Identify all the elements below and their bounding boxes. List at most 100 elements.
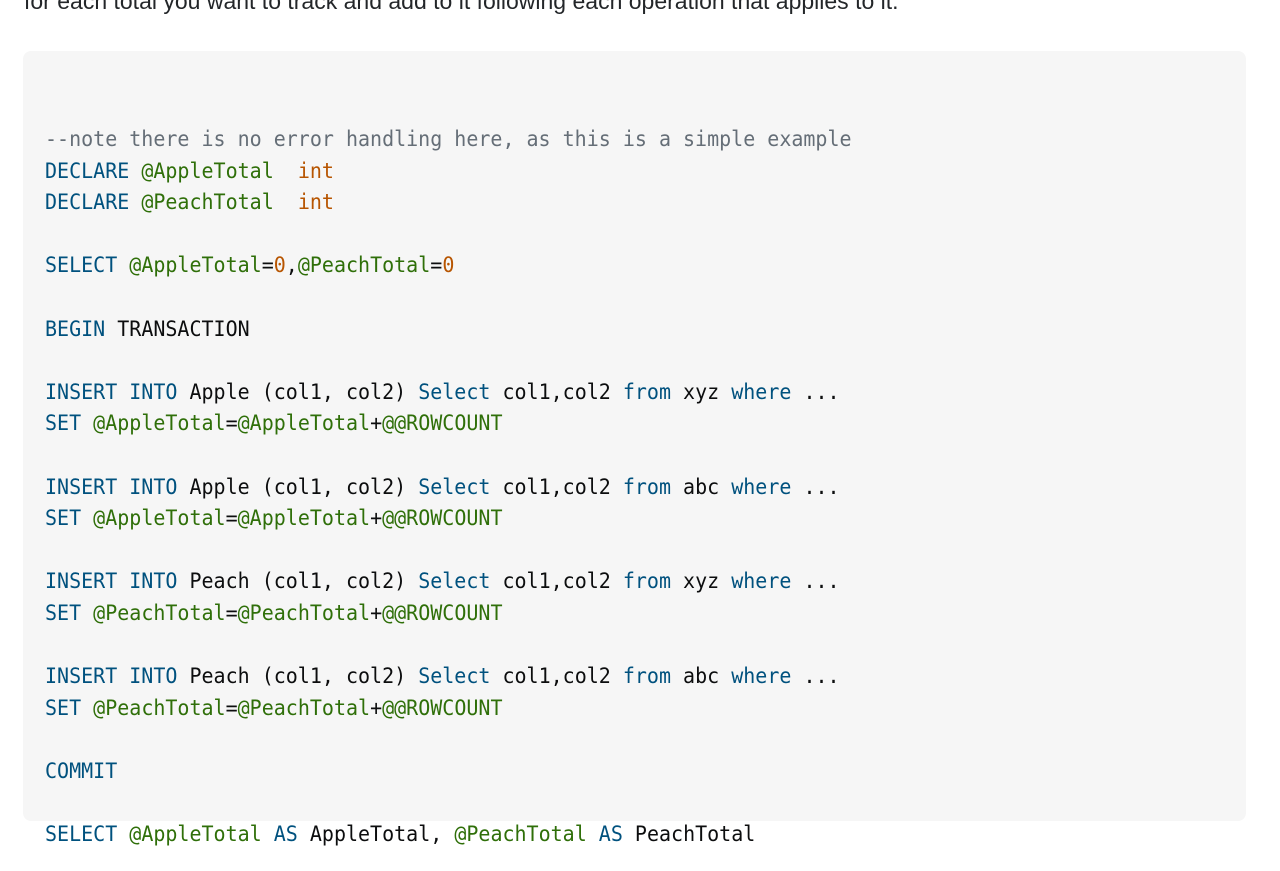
sql-keyword: INSERT INTO bbox=[45, 474, 178, 500]
code-line: SET @PeachTotal=@PeachTotal+@@ROWCOUNT bbox=[45, 693, 852, 725]
sql-keyword: AS bbox=[273, 822, 298, 848]
sql-keyword: AS bbox=[598, 822, 623, 848]
sql-keyword: SET bbox=[45, 411, 82, 437]
sql-variable: @PeachTotal bbox=[141, 190, 274, 216]
sql-variable: @PeachTotal bbox=[454, 822, 587, 848]
sql-keyword: Select bbox=[418, 474, 491, 500]
sql-variable: @AppleTotal bbox=[93, 411, 226, 437]
sql-variable: @PeachTotal bbox=[93, 600, 226, 626]
code-block[interactable]: --note there is no error handling here, … bbox=[23, 51, 1246, 847]
sql-text: Apple (col1, col2) bbox=[177, 474, 419, 500]
sql-text: + bbox=[370, 411, 383, 437]
sql-keyword: INSERT INTO bbox=[45, 379, 178, 405]
sql-keyword: SET bbox=[45, 600, 82, 626]
sql-variable: @AppleTotal bbox=[141, 158, 274, 184]
sql-keyword: DECLARE bbox=[45, 190, 130, 216]
sql-text: ... bbox=[791, 379, 840, 405]
sql-text: abc bbox=[671, 664, 732, 690]
sql-text: col1,col2 bbox=[490, 569, 623, 595]
sql-variable: @AppleTotal bbox=[129, 253, 262, 279]
sql-text: = bbox=[261, 253, 274, 279]
sql-keyword: BEGIN bbox=[45, 316, 106, 342]
sql-keyword: COMMIT bbox=[45, 758, 118, 784]
sql-text: = bbox=[225, 506, 238, 532]
sql-comment: --note there is no error handling here, … bbox=[45, 127, 852, 152]
sql-literal: 0 bbox=[442, 253, 455, 279]
sql-text: xyz bbox=[671, 379, 732, 405]
sql-keyword: where bbox=[731, 379, 792, 405]
sql-text: + bbox=[370, 695, 383, 721]
sql-text: abc bbox=[671, 474, 732, 500]
code-line: SELECT @AppleTotal AS AppleTotal, @Peach… bbox=[45, 819, 852, 851]
sql-literal: int bbox=[297, 158, 334, 184]
sql-text: ... bbox=[791, 474, 840, 500]
sql-variable: @PeachTotal bbox=[297, 253, 431, 279]
sql-text: , bbox=[285, 253, 298, 279]
sql-text: Peach (col1, col2) bbox=[177, 664, 419, 690]
sql-text: col1,col2 bbox=[490, 474, 623, 500]
code-line: BEGIN TRANSACTION bbox=[45, 314, 852, 346]
sql-keyword: INSERT INTO bbox=[45, 664, 178, 690]
sql-text: = bbox=[225, 411, 238, 437]
sql-keyword: where bbox=[731, 664, 792, 690]
sql-variable: @PeachTotal bbox=[237, 695, 371, 721]
sql-keyword: SET bbox=[45, 695, 82, 721]
sql-variable: @@ROWCOUNT bbox=[382, 411, 503, 437]
sql-text: xyz bbox=[671, 569, 732, 595]
code-line: INSERT INTO Apple (col1, col2) Select co… bbox=[45, 472, 852, 504]
sql-text: = bbox=[430, 253, 443, 279]
sql-variable: @AppleTotal bbox=[129, 822, 262, 848]
sql-text: = bbox=[225, 695, 238, 721]
sql-text: + bbox=[370, 600, 383, 626]
sql-text: col1,col2 bbox=[490, 379, 623, 405]
sql-keyword: from bbox=[622, 569, 672, 595]
sql-text: ... bbox=[791, 664, 840, 690]
sql-keyword: INSERT INTO bbox=[45, 569, 178, 595]
code-line: SET @AppleTotal=@AppleTotal+@@ROWCOUNT bbox=[45, 408, 852, 440]
sql-variable: @AppleTotal bbox=[93, 506, 226, 532]
code-line: COMMIT bbox=[45, 756, 852, 788]
sql-keyword: from bbox=[622, 664, 672, 690]
sql-literal: 0 bbox=[273, 253, 286, 279]
sql-text: AppleTotal, bbox=[297, 822, 455, 848]
sql-keyword: from bbox=[622, 474, 672, 500]
code-line: INSERT INTO Apple (col1, col2) Select co… bbox=[45, 377, 852, 409]
intro-paragraph: for each total you want to track and add… bbox=[24, 0, 899, 14]
sql-keyword: Select bbox=[418, 379, 491, 405]
sql-text: TRANSACTION bbox=[105, 316, 250, 342]
sql-keyword: Select bbox=[418, 569, 491, 595]
sql-keyword: SELECT bbox=[45, 253, 118, 279]
sql-keyword: where bbox=[731, 569, 792, 595]
sql-text: col1,col2 bbox=[490, 664, 623, 690]
code-line: SET @PeachTotal=@PeachTotal+@@ROWCOUNT bbox=[45, 598, 852, 630]
sql-keyword: SELECT bbox=[45, 822, 118, 848]
sql-text: + bbox=[370, 506, 383, 532]
sql-code: --note there is no error handling here, … bbox=[45, 124, 852, 851]
sql-keyword: SET bbox=[45, 506, 82, 532]
sql-keyword: DECLARE bbox=[45, 158, 130, 184]
code-line: INSERT INTO Peach (col1, col2) Select co… bbox=[45, 661, 852, 693]
sql-text: ... bbox=[791, 569, 840, 595]
sql-keyword: from bbox=[622, 379, 672, 405]
code-line: SELECT @AppleTotal=0,@PeachTotal=0 bbox=[45, 250, 852, 282]
sql-variable: @@ROWCOUNT bbox=[382, 506, 503, 532]
